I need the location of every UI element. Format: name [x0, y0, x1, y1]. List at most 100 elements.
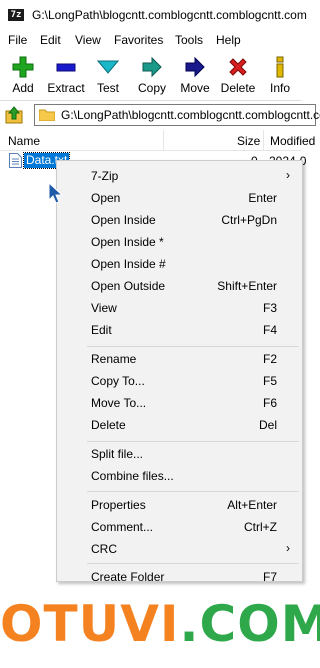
move-label: Move — [180, 81, 210, 95]
move-button[interactable]: Move — [173, 54, 217, 96]
extract-label: Extract — [47, 81, 85, 95]
column-divider[interactable] — [163, 130, 164, 150]
menu-tools[interactable]: Tools — [175, 33, 203, 47]
menu-item-label: Rename — [91, 352, 137, 366]
column-size[interactable]: Size — [237, 134, 260, 148]
chevron-right-icon: › — [286, 168, 290, 182]
info-label: Info — [269, 81, 290, 95]
chevron-right-icon: › — [286, 541, 290, 555]
context-menu-item-crc[interactable]: CRC › — [57, 538, 302, 560]
context-menu-item-create-folder[interactable]: Create Folder F7 — [57, 566, 302, 582]
menu-separator — [87, 346, 299, 347]
menu-item-label: Properties — [91, 498, 146, 512]
menu-item-label: Comment... — [91, 520, 154, 534]
menu-item-label: Open Inside * — [91, 235, 164, 249]
test-label: Test — [96, 81, 119, 95]
watermark-text: OTUVI.COM — [0, 595, 320, 653]
extract-button[interactable]: Extract — [44, 54, 88, 96]
delete-button[interactable]: Delete — [216, 54, 260, 96]
plus-icon — [12, 56, 34, 78]
menu-item-shortcut: F6 — [262, 396, 277, 410]
menu-item-label: CRC — [91, 542, 117, 556]
context-menu-item-combine-files[interactable]: Combine files... — [57, 465, 302, 487]
context-menu-item-move-to[interactable]: Move To... F6 — [57, 392, 302, 414]
menu-item-shortcut: F4 — [262, 323, 277, 337]
mouse-cursor-icon — [48, 182, 64, 204]
watermark-logo: OTUVI.COM — [0, 595, 320, 668]
context-menu-item-open-inside[interactable]: Open Inside Ctrl+PgDn — [57, 209, 302, 231]
path-text: G:\LongPath\blogcntt.comblogcntt.comblog… — [61, 108, 320, 122]
menu-separator — [87, 563, 299, 564]
context-menu-item-7zip[interactable]: 7-Zip › — [57, 165, 302, 187]
minus-icon — [56, 63, 76, 72]
menu-edit[interactable]: Edit — [40, 33, 61, 47]
menu-item-label: Combine files... — [91, 469, 174, 483]
menu-item-shortcut: F3 — [262, 301, 277, 315]
menu-item-label: View — [91, 301, 117, 315]
menu-separator — [87, 441, 299, 442]
menu-item-shortcut: F2 — [262, 352, 277, 366]
menu-help[interactable]: Help — [216, 33, 241, 47]
menu-favorites[interactable]: Favorites — [114, 33, 163, 47]
window-title: G:\LongPath\blogcntt.comblogcntt.comblog… — [32, 8, 307, 22]
context-menu-item-open-inside-star[interactable]: Open Inside * — [57, 231, 302, 253]
folder-icon — [39, 109, 55, 121]
add-label: Add — [12, 81, 34, 95]
context-menu-item-view[interactable]: View F3 — [57, 297, 302, 319]
menu-item-label: Delete — [91, 418, 126, 432]
delete-x-icon — [229, 58, 247, 76]
text-file-icon — [9, 153, 22, 168]
menu-item-label: Edit — [91, 323, 112, 337]
test-button[interactable]: Test — [86, 54, 130, 96]
menu-item-shortcut: Ctrl+PgDn — [221, 213, 277, 227]
column-modified[interactable]: Modified — [270, 134, 315, 148]
context-menu-item-delete[interactable]: Delete Del — [57, 414, 302, 436]
context-menu: 7-Zip › Open Enter Open Inside Ctrl+PgDn… — [56, 160, 303, 582]
menu-item-label: Open — [91, 191, 121, 205]
menu-item-label: Split file... — [91, 447, 144, 461]
delete-label: Delete — [220, 81, 256, 95]
menu-item-shortcut: Alt+Enter — [227, 498, 277, 512]
copy-button[interactable]: Copy — [130, 54, 174, 96]
menu-item-shortcut: Ctrl+Z — [244, 520, 277, 534]
menu-bar: File Edit View Favorites Tools Help — [0, 30, 301, 50]
menu-item-label: 7-Zip — [91, 169, 119, 183]
copy-arrow-icon — [142, 56, 162, 78]
path-input[interactable]: G:\LongPath\blogcntt.comblogcntt.comblog… — [34, 104, 320, 126]
check-icon — [97, 60, 119, 74]
context-menu-item-comment[interactable]: Comment... Ctrl+Z — [57, 516, 302, 538]
7zip-app-icon: 7z — [8, 9, 24, 21]
copy-label: Copy — [137, 81, 166, 95]
add-button[interactable]: Add — [1, 54, 45, 96]
title-bar: 7z G:\LongPath\blogcntt.comblogcntt.comb… — [0, 0, 307, 30]
menu-item-label: Open Outside — [91, 279, 166, 293]
context-menu-item-open[interactable]: Open Enter — [57, 187, 302, 209]
context-menu-item-split-file[interactable]: Split file... — [57, 443, 302, 465]
info-icon — [276, 56, 284, 78]
context-menu-item-properties[interactable]: Properties Alt+Enter — [57, 494, 302, 516]
toolbar: Add Extract Test Copy Move Delete Info — [0, 50, 301, 98]
menu-file[interactable]: File — [8, 33, 27, 47]
context-menu-item-rename[interactable]: Rename F2 — [57, 348, 302, 370]
menu-item-label: Open Inside — [91, 213, 156, 227]
menu-item-shortcut: F5 — [262, 374, 277, 388]
context-menu-item-edit[interactable]: Edit F4 — [57, 319, 302, 341]
column-name[interactable]: Name — [8, 134, 40, 148]
menu-item-shortcut: Del — [258, 418, 277, 432]
menu-item-label: Open Inside # — [91, 257, 166, 271]
file-list-header: Name Size Modified — [0, 130, 315, 151]
move-arrow-icon — [185, 56, 205, 78]
menu-item-shortcut: Enter — [248, 191, 277, 205]
context-menu-item-open-inside-hash[interactable]: Open Inside # — [57, 253, 302, 275]
menu-view[interactable]: View — [75, 33, 101, 47]
menu-item-label: Copy To... — [91, 374, 145, 388]
menu-item-shortcut: F7 — [262, 570, 277, 582]
address-bar: G:\LongPath\blogcntt.comblogcntt.comblog… — [0, 100, 320, 129]
context-menu-item-copy-to[interactable]: Copy To... F5 — [57, 370, 302, 392]
menu-item-label: Move To... — [91, 396, 147, 410]
info-button[interactable]: Info — [258, 54, 302, 96]
up-folder-icon[interactable] — [4, 105, 24, 125]
context-menu-item-open-outside[interactable]: Open Outside Shift+Enter — [57, 275, 302, 297]
column-divider[interactable] — [263, 130, 264, 150]
menu-separator — [87, 491, 299, 492]
